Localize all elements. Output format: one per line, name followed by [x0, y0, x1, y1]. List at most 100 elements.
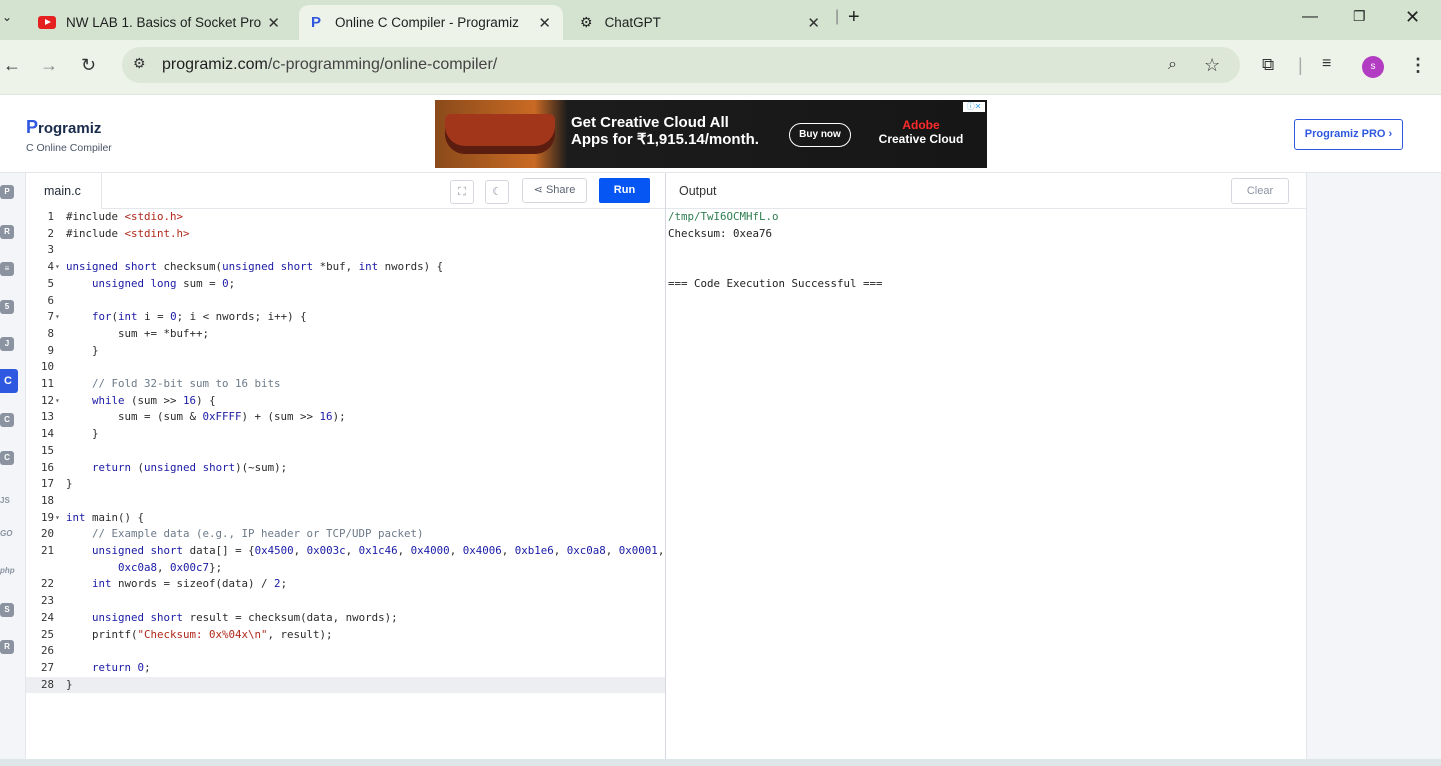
- ad-image: [445, 114, 555, 154]
- minimize-icon[interactable]: —: [1302, 8, 1318, 26]
- back-icon[interactable]: ←: [3, 55, 21, 76]
- programiz-logo[interactable]: Programiz: [26, 117, 101, 138]
- clear-button[interactable]: Clear: [1231, 178, 1289, 204]
- code-line[interactable]: 5 unsigned long sum = 0;: [26, 276, 665, 293]
- code-line[interactable]: 9 }: [26, 343, 665, 360]
- tab-search-icon[interactable]: ⌄: [2, 10, 12, 24]
- code-line[interactable]: 27 return 0;: [26, 660, 665, 677]
- go-icon[interactable]: GO: [0, 529, 12, 538]
- code-text: }: [66, 477, 73, 491]
- code-line[interactable]: 21 unsigned short data[] = {0x4500, 0x00…: [26, 543, 665, 560]
- java-icon[interactable]: J: [0, 337, 14, 351]
- line-number: 27: [40, 660, 54, 674]
- line-number: 8: [47, 326, 54, 340]
- r-language-icon[interactable]: R: [0, 225, 14, 239]
- code-line[interactable]: 12 ▾ while (sum >> 16) {: [26, 393, 665, 410]
- code-line[interactable]: 14 }: [26, 426, 665, 443]
- output-console[interactable]: /tmp/TwI6OCMHfL.o Checksum: 0xea76 === Cod…: [668, 209, 1304, 292]
- code-text: }: [66, 677, 73, 691]
- code-line[interactable]: 4 ▾ unsigned short checksum(unsigned short…: [26, 259, 665, 276]
- code-line[interactable]: 11 // Fold 32-bit sum to 16 bits: [26, 376, 665, 393]
- csharp-icon[interactable]: C: [0, 451, 14, 465]
- ad-close-icon[interactable]: ⓘ✕: [963, 102, 985, 112]
- close-icon[interactable]: ✕: [807, 14, 820, 32]
- url-field[interactable]: ⚙ programiz.com/c-programming/online-com…: [122, 47, 1240, 83]
- code-line[interactable]: 2 #include <stdint.h>: [26, 226, 665, 243]
- menu-icon[interactable]: ⋮: [1409, 55, 1427, 76]
- html-icon[interactable]: 5: [0, 300, 14, 314]
- right-ad-space: [1306, 173, 1441, 766]
- code-line[interactable]: 10: [26, 359, 665, 376]
- code-line[interactable]: 16 return (unsigned short)(~sum);: [26, 460, 665, 477]
- code-line[interactable]: 20 // Example data (e.g., IP header or T…: [26, 526, 665, 543]
- fold-arrow-icon[interactable]: ▾: [55, 393, 60, 410]
- code-line[interactable]: 8 sum += *buf++;: [26, 326, 665, 343]
- window-close-icon[interactable]: ✕: [1405, 7, 1420, 28]
- pane-divider[interactable]: [665, 173, 666, 766]
- code-editor[interactable]: 1 #include <stdio.h> 2 #include <stdint.h> 3…: [26, 209, 665, 759]
- chatgpt-icon: ⚙: [580, 14, 593, 30]
- code-line[interactable]: 18: [26, 493, 665, 510]
- close-icon[interactable]: ✕: [267, 14, 280, 32]
- sql-icon[interactable]: ≡: [0, 262, 14, 276]
- programiz-pro-button[interactable]: Programiz PRO ›: [1294, 119, 1403, 150]
- share-button[interactable]: ⋖ Share: [522, 178, 587, 203]
- code-line[interactable]: 0xc0a8, 0x00c7};: [26, 560, 665, 577]
- code-line[interactable]: 15: [26, 443, 665, 460]
- fold-arrow-icon[interactable]: ▾: [55, 259, 60, 276]
- url-path: /c-programming/online-compiler/: [267, 56, 498, 73]
- cpp-icon[interactable]: C: [0, 413, 14, 427]
- javascript-icon[interactable]: JS: [0, 496, 10, 505]
- close-icon[interactable]: ✕: [538, 14, 551, 32]
- rust-icon[interactable]: R: [0, 640, 14, 654]
- fullscreen-icon[interactable]: ⛶: [450, 180, 474, 204]
- dark-mode-icon[interactable]: ☾: [485, 180, 509, 204]
- code-line[interactable]: 22 int nwords = sizeof(data) / 2;: [26, 576, 665, 593]
- tab-chatgpt[interactable]: ⚙ ChatGPT ✕: [570, 5, 832, 40]
- code-line[interactable]: 13 sum = (sum & 0xFFFF) + (sum >> 16);: [26, 409, 665, 426]
- line-number: 10: [40, 360, 54, 374]
- line-number: 6: [47, 293, 54, 307]
- new-tab-icon[interactable]: +: [848, 6, 860, 29]
- code-line[interactable]: 1 #include <stdio.h>: [26, 209, 665, 226]
- tab-online-c-compiler[interactable]: P Online C Compiler - Programiz ✕: [299, 5, 563, 40]
- code-line[interactable]: 23: [26, 593, 665, 610]
- python-icon[interactable]: P: [0, 185, 14, 199]
- site-info-icon[interactable]: ⚙: [133, 55, 146, 72]
- fold-arrow-icon[interactable]: ▾: [55, 510, 60, 527]
- output-title: Output: [679, 184, 717, 198]
- restore-icon[interactable]: ❐: [1353, 8, 1366, 25]
- extensions-icon[interactable]: ⧉: [1262, 55, 1274, 75]
- code-line[interactable]: 19 ▾ int main() {: [26, 510, 665, 527]
- code-line[interactable]: 3: [26, 242, 665, 259]
- ad-buy-now-button[interactable]: Buy now: [789, 123, 851, 147]
- code-line[interactable]: 28}: [26, 676, 665, 694]
- tab-nw-lab[interactable]: NW LAB 1. Basics of Socket Pro ✕: [30, 5, 292, 40]
- swift-icon[interactable]: S: [0, 603, 14, 617]
- media-control-icon[interactable]: ≡: [1322, 55, 1331, 73]
- site-header: Programiz C Online Compiler Get Creative…: [0, 95, 1441, 173]
- code-line[interactable]: 26: [26, 643, 665, 660]
- code-line[interactable]: 25 printf("Checksum: 0x%04x\n", result);: [26, 627, 665, 644]
- line-number: 26: [40, 644, 54, 658]
- line-number: 18: [40, 493, 54, 507]
- advertisement-banner[interactable]: Get Creative Cloud All Apps for ₹1,915.14…: [435, 100, 987, 168]
- php-icon[interactable]: php: [0, 566, 15, 575]
- line-number: 13: [40, 410, 54, 424]
- code-line[interactable]: 6: [26, 293, 665, 310]
- code-line[interactable]: 7 ▾ for(int i = 0; i < nwords; i++) {: [26, 309, 665, 326]
- code-line[interactable]: 24 unsigned short result = checksum(data…: [26, 610, 665, 627]
- fold-arrow-icon[interactable]: ▾: [55, 309, 60, 326]
- line-number: 11: [40, 377, 54, 390]
- run-button[interactable]: Run: [599, 178, 650, 203]
- zoom-icon[interactable]: ⌕: [1168, 56, 1177, 74]
- file-tab-main-c[interactable]: main.c: [26, 173, 102, 209]
- bookmark-star-icon[interactable]: ☆: [1204, 55, 1220, 76]
- code-line[interactable]: 17}: [26, 476, 665, 493]
- reload-icon[interactable]: ↻: [81, 55, 96, 76]
- code-text: unsigned short result = checksum(data, n…: [92, 610, 398, 624]
- url-text: programiz.com/c-programming/online-compi…: [162, 56, 497, 74]
- avatar[interactable]: s: [1362, 56, 1384, 78]
- c-language-icon[interactable]: C: [0, 369, 18, 393]
- forward-icon[interactable]: →: [40, 55, 58, 76]
